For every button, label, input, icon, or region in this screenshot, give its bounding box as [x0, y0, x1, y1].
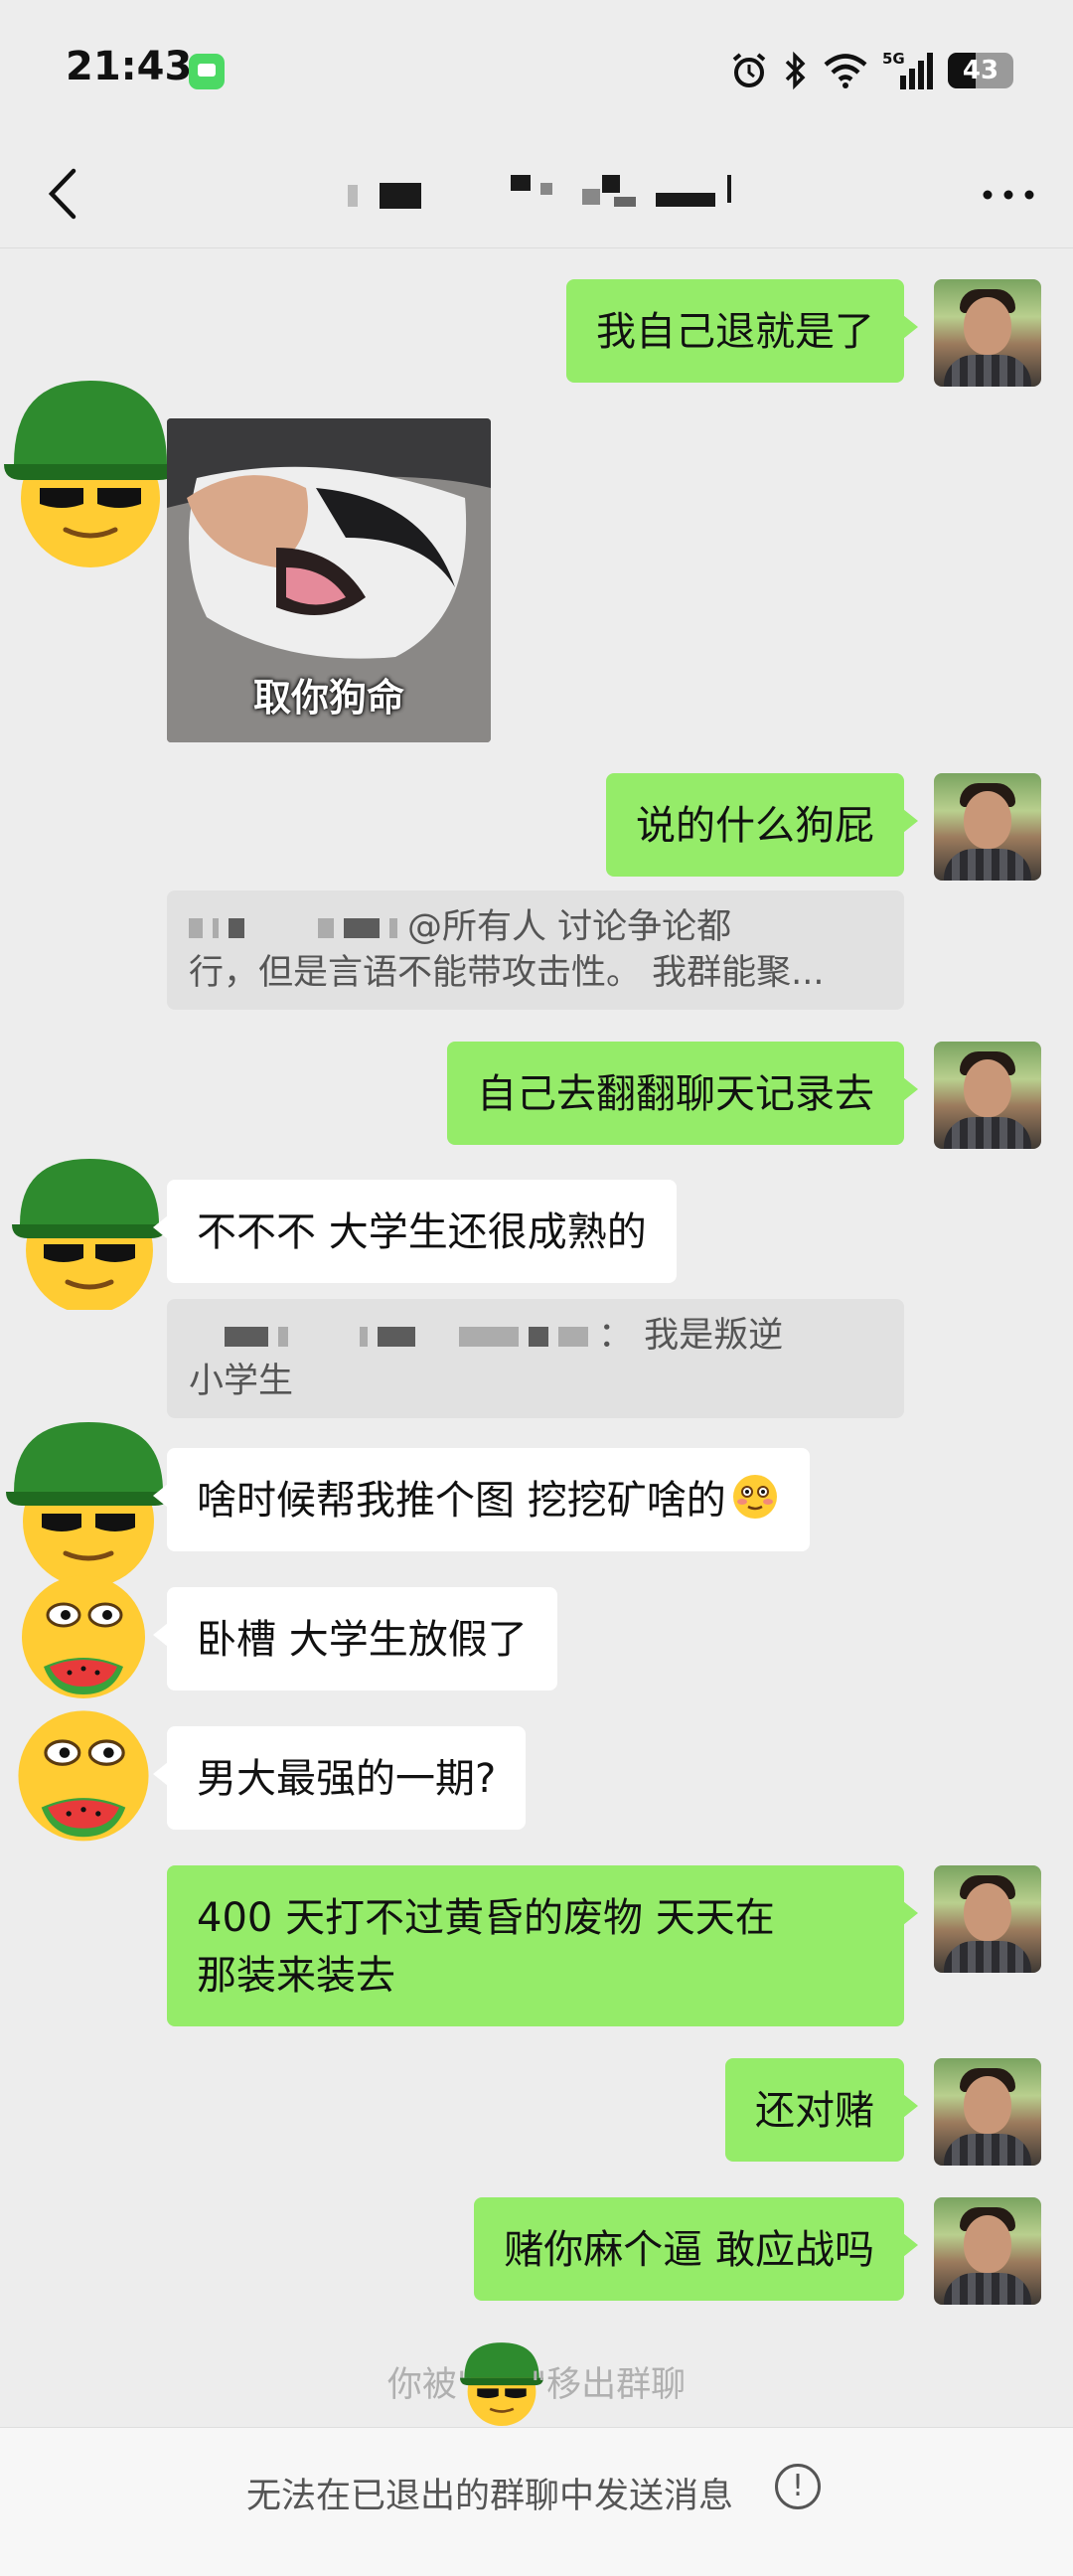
- message-line-1: 400 天打不过黄昏的废物 天天在: [197, 1895, 775, 1941]
- quoted-message[interactable]: ： 我是叛逆 小学生: [167, 1299, 904, 1418]
- watermelon-emoji-avatar[interactable]: [14, 1571, 153, 1706]
- self-avatar[interactable]: [934, 279, 1041, 387]
- message-text: 啥时候帮我推个图 挖挖矿啥的: [197, 1478, 726, 1524]
- dog-sticker-image[interactable]: 取你狗命: [167, 418, 491, 742]
- self-message-bubble[interactable]: 400 天打不过黄昏的废物 天天在 那装来装去: [167, 1865, 918, 2026]
- self-avatar[interactable]: [934, 1865, 1041, 1973]
- quote-line-2: 行，但是言语不能带攻击性。 我群能聚...: [189, 953, 825, 993]
- chat-title-redacted: [328, 161, 745, 221]
- bluetooth-icon: [785, 51, 806, 90]
- battery-level: 43: [962, 56, 999, 85]
- self-avatar[interactable]: [934, 1042, 1041, 1149]
- self-message-bubble[interactable]: 自己去翻翻聊天记录去: [447, 1042, 918, 1145]
- helmet-emoji-avatar[interactable]: [4, 1422, 173, 1585]
- other-message-bubble[interactable]: 男大最强的一期?: [152, 1726, 527, 1830]
- input-disabled-bar: 无法在已退出的群聊中发送消息 !: [0, 2427, 1073, 2576]
- more-options-button[interactable]: [974, 167, 1043, 223]
- chat-message-list[interactable]: 我自己退就是了 取你狗命 说的什么狗屁 @所有人 讨论争论都 行，但是言语不能带…: [0, 249, 1073, 2426]
- self-avatar[interactable]: [934, 2197, 1041, 2305]
- flushed-face-emoji-icon: [732, 1475, 777, 1519]
- alarm-icon: [732, 53, 766, 87]
- cannot-send-notice: 无法在已退出的群聊中发送消息: [246, 2477, 734, 2516]
- battery-icon: 43: [948, 53, 1013, 88]
- self-message-bubble[interactable]: 赌你麻个逼 敢应战吗: [474, 2197, 918, 2301]
- helmet-emoji-avatar[interactable]: [0, 381, 181, 569]
- cellular-5g-icon: 5G: [882, 50, 933, 89]
- chat-header: [0, 139, 1073, 248]
- self-avatar[interactable]: [934, 773, 1041, 881]
- network-label: 5G: [882, 50, 905, 68]
- message-line-2: 那装来装去: [197, 1953, 395, 1999]
- quote-line-2: 小学生: [189, 1362, 294, 1401]
- quoted-message[interactable]: @所有人 讨论争论都 行，但是言语不能带攻击性。 我群能聚...: [167, 890, 904, 1010]
- removed-from-group-notice: 你被" "移出群聊: [0, 2340, 1073, 2426]
- quote-line-1: ： 我是叛逆: [189, 1316, 783, 1356]
- message-notification-icon: [189, 54, 225, 89]
- back-button[interactable]: [30, 159, 99, 229]
- wifi-icon: [824, 54, 867, 88]
- watermelon-emoji-avatar[interactable]: [10, 1704, 157, 1852]
- status-time: 21:43: [66, 44, 193, 89]
- info-icon[interactable]: !: [775, 2464, 821, 2509]
- notice-suffix: "移出群聊: [531, 2365, 687, 2405]
- quote-line-1: @所有人 讨论争论都: [189, 907, 731, 947]
- other-message-bubble[interactable]: 卧槽 大学生放假了: [153, 1587, 557, 1690]
- helmet-emoji-avatar[interactable]: [10, 1159, 169, 1310]
- status-bar: 21:43 5G 43: [0, 0, 1073, 139]
- sticker-caption: 取你狗命: [252, 676, 404, 720]
- other-message-bubble[interactable]: 啥时候帮我推个图 挖挖矿啥的: [153, 1448, 810, 1551]
- self-avatar[interactable]: [934, 2058, 1041, 2166]
- other-message-bubble[interactable]: 不不不 大学生还很成熟的: [153, 1180, 677, 1283]
- self-message-bubble[interactable]: 还对赌: [725, 2058, 918, 2162]
- self-message-bubble[interactable]: 说的什么狗屁: [606, 773, 918, 877]
- status-icons: 5G 43: [729, 48, 1013, 93]
- self-message-bubble[interactable]: 我自己退就是了: [566, 279, 918, 383]
